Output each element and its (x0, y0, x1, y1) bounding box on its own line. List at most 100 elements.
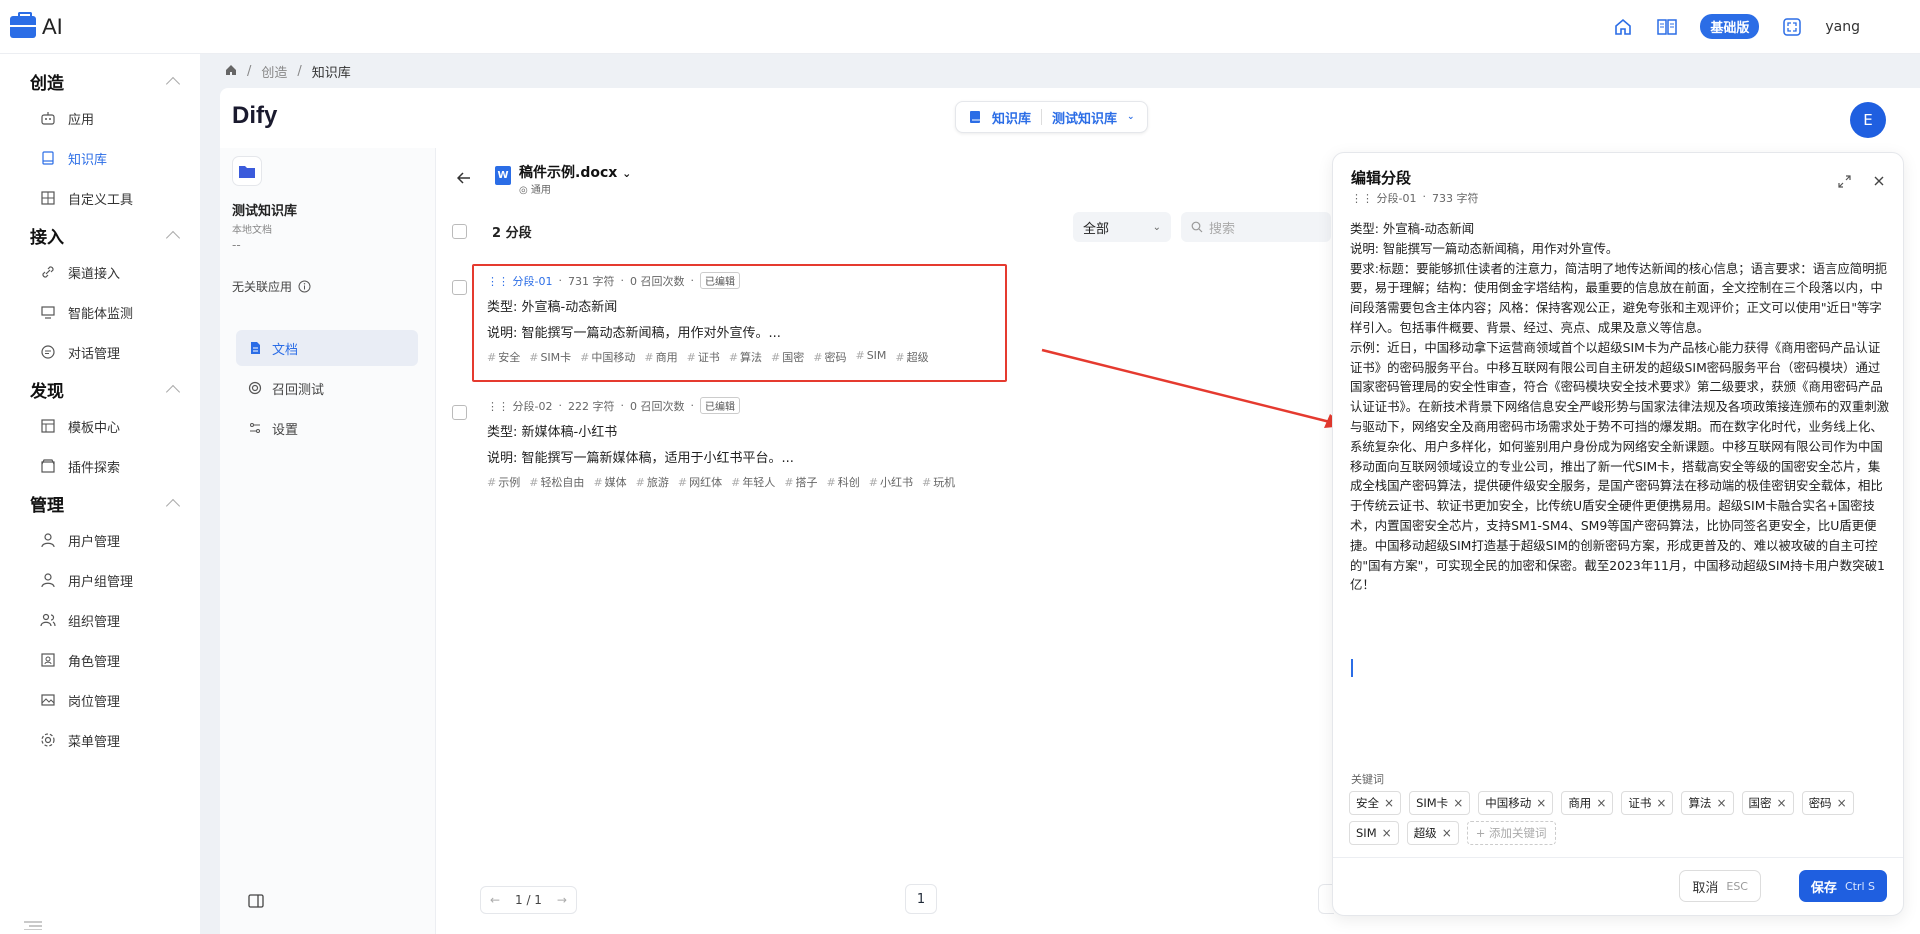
dataset-menu: 文档 召回测试 设置 (236, 330, 418, 450)
remove-keyword-icon[interactable]: × (1837, 796, 1847, 810)
dataset-name: 测试知识库 (232, 204, 298, 219)
nav-item-plugins[interactable]: 插件探索 (0, 446, 200, 486)
remove-keyword-icon[interactable]: × (1536, 796, 1546, 810)
dify-logo[interactable]: Dify (232, 102, 277, 130)
app-logo[interactable]: AI (10, 11, 63, 40)
menu-collapse-icon[interactable] (24, 919, 42, 934)
nav-group-manage[interactable]: 管理 (0, 486, 200, 520)
chevron-down-icon[interactable]: ⌄ (1127, 112, 1135, 122)
status-filter-select[interactable]: 全部 ⌄ (1073, 212, 1171, 242)
nav-item-roles[interactable]: 角色管理 (0, 640, 200, 680)
user-icon (41, 533, 55, 548)
left-sidebar: 创造 应用 知识库 自定义工具 接入 渠道接入 智能体监测 对话管理 发现 模板… (0, 54, 200, 934)
remove-keyword-icon[interactable]: × (1384, 796, 1394, 810)
tab-knowledge[interactable]: 知识库 (992, 108, 1031, 127)
book-icon[interactable] (1656, 16, 1678, 38)
nav-group-create[interactable]: 创造 (0, 64, 200, 98)
segment-checkbox[interactable] (452, 280, 467, 295)
remove-keyword-icon[interactable]: × (1453, 796, 1463, 810)
text-caret (1351, 659, 1353, 677)
home-icon[interactable] (225, 64, 237, 80)
segment-tag: 网红体 (678, 474, 722, 490)
remove-keyword-icon[interactable]: × (1442, 826, 1452, 840)
search-input[interactable]: 搜索 (1181, 212, 1331, 242)
top-bar: AI 基础版 yang (0, 0, 1920, 54)
add-keyword-button[interactable]: + 添加关键词 (1466, 821, 1556, 845)
dataset-column: 测试知识库 本地文档 -- 无关联应用 文档 召回测试 设置 (220, 148, 436, 934)
nav-item-apps[interactable]: 应用 (0, 98, 200, 138)
dataset-assoc: 无关联应用 (232, 278, 311, 295)
nav-group-access[interactable]: 接入 (0, 218, 200, 252)
select-all-checkbox[interactable] (452, 224, 467, 239)
nav-item-agent-monitor[interactable]: 智能体监测 (0, 292, 200, 332)
edit-panel-meta: ⋮⋮ 分段-01 · 733 字符 (1351, 190, 1479, 205)
breadcrumb-create[interactable]: 创造 (261, 62, 287, 81)
monitor-icon (41, 306, 55, 319)
back-arrow-icon[interactable] (456, 172, 471, 188)
remove-keyword-icon[interactable]: × (1382, 826, 1392, 840)
remove-keyword-icon[interactable]: × (1596, 796, 1606, 810)
segment-content-editor[interactable]: 类型: 外宣稿-动态新闻 说明: 智能撰写一篇动态新闻稿，用作对外宣传。 要求:… (1350, 219, 1890, 595)
document-title[interactable]: 稿件示例.docx ⌄ (519, 162, 631, 182)
dataset-menu-settings[interactable]: 设置 (236, 410, 418, 446)
fullscreen-icon[interactable] (1781, 16, 1803, 38)
folder-icon (232, 156, 262, 186)
remove-keyword-icon[interactable]: × (1656, 796, 1666, 810)
keyword-chip: SIM × (1349, 821, 1399, 845)
prev-page-icon[interactable]: ← (481, 887, 509, 913)
nav-item-menus[interactable]: 菜单管理 (0, 720, 200, 760)
avatar[interactable]: E (1850, 102, 1886, 138)
nav-item-user-groups[interactable]: 用户组管理 (0, 560, 200, 600)
chevron-down-icon: ⌄ (1152, 221, 1161, 233)
gear-icon (41, 733, 55, 747)
nav-item-positions[interactable]: 岗位管理 (0, 680, 200, 720)
annotation-arrow (1041, 348, 1345, 428)
chevron-down-icon[interactable]: ⌄ (622, 167, 631, 180)
nav-item-orgs[interactable]: 组织管理 (0, 600, 200, 640)
segment-tag: 算法 (729, 349, 762, 365)
close-icon[interactable] (1873, 175, 1885, 192)
app-logo-text: AI (42, 13, 63, 39)
status-badge: 已编辑 (699, 397, 740, 414)
keyword-chip: 安全 × (1349, 791, 1402, 815)
username[interactable]: yang (1825, 19, 1860, 35)
nav-group-discover[interactable]: 发现 (0, 372, 200, 406)
expand-icon[interactable] (1838, 175, 1851, 192)
segment-tag: 安全 (487, 349, 520, 365)
segment-tag: 超级 (895, 349, 929, 365)
keyword-chip: 中国移动 × (1478, 791, 1554, 815)
segment-chars: 731 字符 (567, 274, 615, 288)
remove-keyword-icon[interactable]: × (1716, 796, 1726, 810)
nav-item-channel[interactable]: 渠道接入 (0, 252, 200, 292)
nav-item-knowledge[interactable]: 知识库 (0, 138, 200, 178)
chevron-up-icon (165, 384, 181, 400)
segment-tag: 小红书 (869, 474, 913, 490)
nav-item-templates[interactable]: 模板中心 (0, 406, 200, 446)
segment-tag: 商用 (644, 349, 678, 365)
segment-line: 说明: 智能撰写一篇动态新闻稿，用作对外宣传。... (487, 326, 781, 341)
segment-tag: 搭子 (784, 474, 818, 490)
dataset-menu-documents[interactable]: 文档 (236, 330, 418, 366)
status-badge: 已编辑 (699, 272, 740, 289)
info-icon[interactable] (298, 280, 311, 293)
nav-item-users[interactable]: 用户管理 (0, 520, 200, 560)
target-icon (248, 381, 262, 395)
segment-checkbox[interactable] (452, 405, 467, 420)
page-number-button[interactable]: 1 (905, 884, 937, 914)
home-icon[interactable] (1612, 16, 1634, 38)
cancel-button[interactable]: 取消 ESC (1679, 870, 1761, 902)
layout-icon (41, 419, 55, 433)
dataset-menu-recall-test[interactable]: 召回测试 (236, 370, 418, 406)
nav-item-custom-tools[interactable]: 自定义工具 (0, 178, 200, 218)
tab-dataset[interactable]: 测试知识库 (1052, 108, 1117, 127)
edit-panel-footer: 取消 ESC 保存 Ctrl S (1333, 857, 1903, 915)
remove-keyword-icon[interactable]: × (1777, 796, 1787, 810)
breadcrumb-knowledge: 知识库 (311, 66, 351, 81)
keyword-chip: 密码 × (1801, 791, 1854, 815)
save-button[interactable]: 保存 Ctrl S (1798, 870, 1887, 902)
next-page-icon[interactable]: → (548, 887, 576, 913)
sidebar-toggle-icon[interactable] (248, 894, 264, 912)
nav-item-conversations[interactable]: 对话管理 (0, 332, 200, 372)
user-icon (41, 573, 55, 588)
plan-badge[interactable]: 基础版 (1700, 14, 1760, 39)
